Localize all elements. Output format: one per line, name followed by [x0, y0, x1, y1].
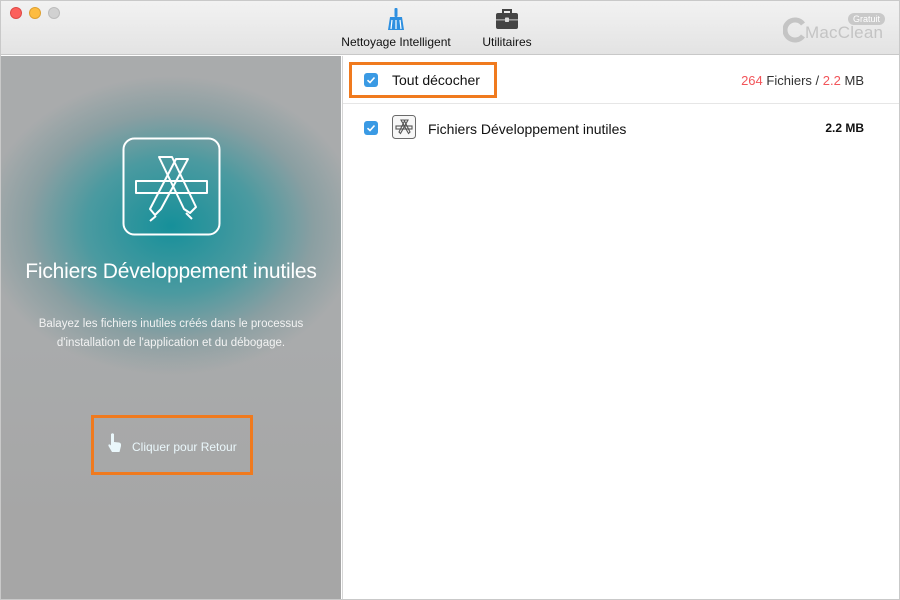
size-unit: MB: [844, 73, 865, 88]
tool-nettoyage-intelligent[interactable]: Nettoyage Intelligent: [341, 7, 451, 49]
macclean-logo-icon: [783, 17, 805, 43]
item-label: Fichiers Développement inutiles: [428, 121, 627, 137]
left-panel: Fichiers Développement inutiles Balayez …: [1, 56, 341, 599]
tool-utilitaires[interactable]: Utilitaires: [471, 7, 543, 49]
brand-name: MacClean: [805, 23, 884, 42]
close-window-button[interactable]: [10, 7, 22, 19]
file-count: 264: [741, 73, 763, 88]
back-label: Cliquer pour Retour: [132, 440, 237, 454]
files-word: Fichiers: [766, 73, 812, 88]
app-store-icon: [122, 137, 221, 236]
category-title: Fichiers Développement inutiles: [25, 260, 317, 283]
scan-summary: 264 Fichiers / 2.2 MB: [741, 73, 864, 88]
total-size: 2.2: [822, 73, 841, 88]
list-item[interactable]: Fichiers Développement inutiles 2.2 MB: [343, 112, 899, 144]
summary-separator: /: [815, 73, 820, 88]
broom-icon: [388, 8, 404, 30]
brand-logo: Gratuit MacClean: [783, 13, 893, 47]
right-panel: Tout décocher 264 Fichiers / 2.2 MB Fich…: [342, 56, 899, 599]
item-checkbox[interactable]: [364, 121, 378, 135]
description-line: d'installation de l'application et du dé…: [56, 337, 286, 349]
select-all-checkbox[interactable]: [364, 73, 378, 87]
item-size: 2.2 MB: [825, 121, 864, 135]
tool-label: Utilitaires: [482, 35, 532, 49]
app-window: Nettoyage Intelligent Utilitaires Gratui…: [0, 0, 900, 600]
pointing-hand-icon: [108, 433, 122, 452]
app-store-icon: [392, 115, 416, 139]
toolbox-icon: [496, 9, 518, 29]
description-line: Balayez les fichiers inutiles créés dans…: [38, 318, 304, 330]
back-button-highlight: Cliquer pour Retour: [91, 415, 253, 475]
tool-label: Nettoyage Intelligent: [341, 35, 451, 49]
category-description: Balayez les fichiers inutiles créés dans…: [21, 315, 321, 353]
zoom-window-button[interactable]: [48, 7, 60, 19]
select-all-label[interactable]: Tout décocher: [392, 72, 480, 88]
toolbar: Nettoyage Intelligent Utilitaires Gratui…: [1, 1, 899, 55]
checkmark-icon: [366, 76, 376, 84]
select-all-row: Tout décocher 264 Fichiers / 2.2 MB: [343, 56, 899, 104]
checkmark-icon: [366, 124, 376, 132]
back-button[interactable]: Cliquer pour Retour: [104, 432, 244, 458]
minimize-window-button[interactable]: [29, 7, 41, 19]
